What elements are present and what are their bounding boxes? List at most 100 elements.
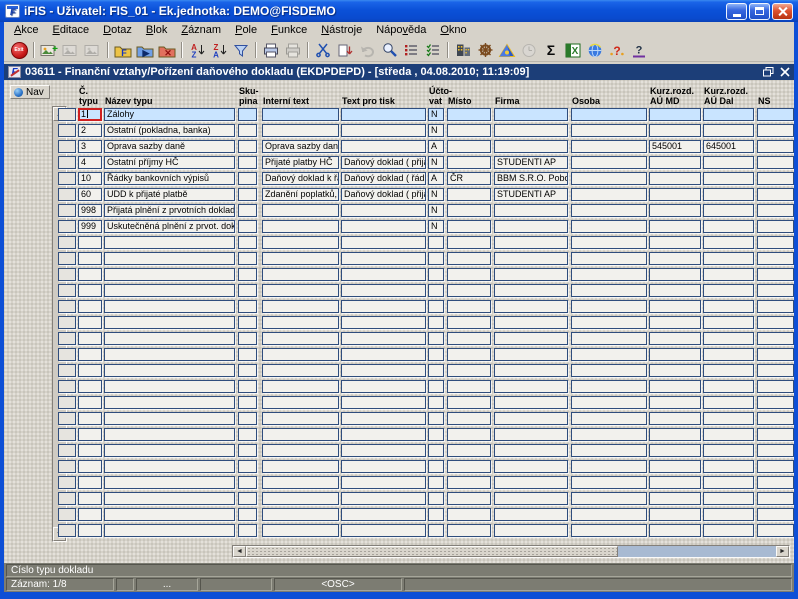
cell-interni[interactable] [262,492,339,505]
cell-md[interactable]: 545001 [649,140,701,153]
cell-osoba[interactable] [571,316,647,329]
cell-skupina[interactable] [238,220,257,233]
cell-tisk[interactable] [341,268,426,281]
cell-nazev[interactable] [104,492,235,505]
cell-ns[interactable] [757,332,794,345]
cell-osoba[interactable] [571,476,647,489]
cell-firma[interactable] [494,252,568,265]
cell-md[interactable] [649,460,701,473]
cell-nazev[interactable] [104,236,235,249]
cell-uctovat[interactable] [428,252,444,265]
cell-skupina[interactable] [238,444,257,457]
cell-typ[interactable] [78,492,102,505]
exit-button[interactable]: Exit [8,40,30,60]
cell-ns[interactable] [757,140,794,153]
mdi-window-titlebar[interactable]: F 03611 - Finanční vztahy/Pořízení daňov… [4,64,794,80]
window-titlebar[interactable]: iFIS - Uživatel: FIS_01 - Ek.jednotka: D… [0,0,798,22]
cell-tisk[interactable]: Daňový doklad ( řádku [341,172,426,185]
cell-firma[interactable] [494,380,568,393]
cell-tisk[interactable] [341,204,426,217]
row-selector[interactable] [58,236,76,249]
cell-uctovat[interactable]: N [428,124,444,137]
cell-skupina[interactable] [238,460,257,473]
cell-dal[interactable] [703,236,754,249]
cell-misto[interactable] [447,508,491,521]
cell-uctovat[interactable]: N [428,204,444,217]
cell-dal[interactable] [703,300,754,313]
cell-md[interactable] [649,188,701,201]
cell-uctovat[interactable] [428,332,444,345]
cell-md[interactable] [649,428,701,441]
cell-md[interactable] [649,348,701,361]
cell-md[interactable] [649,380,701,393]
cell-nazev[interactable]: Ostatní příjmy HČ [104,156,235,169]
cell-md[interactable] [649,108,701,121]
cell-osoba[interactable] [571,172,647,185]
menu-blok[interactable]: Blok [139,23,174,38]
cell-ns[interactable] [757,412,794,425]
cell-dal[interactable] [703,284,754,297]
cell-firma[interactable] [494,396,568,409]
cell-interni[interactable]: Zdanění poplatků, p [262,188,339,201]
cell-dal[interactable] [703,268,754,281]
cell-tisk[interactable] [341,460,426,473]
cell-firma[interactable] [494,348,568,361]
cell-ns[interactable] [757,476,794,489]
row-selector[interactable] [58,444,76,457]
cell-typ[interactable] [78,396,102,409]
cell-uctovat[interactable] [428,300,444,313]
cell-skupina[interactable] [238,140,257,153]
cell-skupina[interactable] [238,188,257,201]
cell-misto[interactable] [447,236,491,249]
cell-firma[interactable] [494,460,568,473]
enter-query-button[interactable]: F [112,40,134,60]
cell-tisk[interactable] [341,300,426,313]
cell-tisk[interactable] [341,124,426,137]
cell-skupina[interactable] [238,380,257,393]
cell-interni[interactable] [262,284,339,297]
cell-skupina[interactable] [238,236,257,249]
row-selector[interactable] [58,188,76,201]
cell-osoba[interactable] [571,124,647,137]
cell-misto[interactable] [447,492,491,505]
cell-interni[interactable] [262,412,339,425]
cell-uctovat[interactable]: N [428,220,444,233]
cell-tisk[interactable] [341,236,426,249]
row-selector[interactable] [58,284,76,297]
horizontal-scrollbar[interactable]: ◄ ► [232,545,790,558]
cell-typ[interactable] [78,444,102,457]
cell-ns[interactable] [757,508,794,521]
cell-osoba[interactable] [571,108,647,121]
cell-dal[interactable] [703,428,754,441]
cell-firma[interactable] [494,316,568,329]
cell-md[interactable] [649,220,701,233]
cell-uctovat[interactable]: N [428,156,444,169]
record-list-button[interactable] [422,40,444,60]
cell-misto[interactable] [447,204,491,217]
cell-md[interactable] [649,364,701,377]
cell-osoba[interactable] [571,364,647,377]
cell-skupina[interactable] [238,156,257,169]
cell-interni[interactable] [262,108,339,121]
cell-misto[interactable] [447,332,491,345]
cell-uctovat[interactable] [428,492,444,505]
cell-firma[interactable] [494,508,568,521]
cell-tisk[interactable] [341,140,426,153]
cell-md[interactable] [649,492,701,505]
cell-md[interactable] [649,124,701,137]
cell-uctovat[interactable] [428,444,444,457]
cell-interni[interactable] [262,332,339,345]
cell-md[interactable] [649,412,701,425]
cell-misto[interactable] [447,460,491,473]
cell-firma[interactable] [494,428,568,441]
cell-interni[interactable]: Daňový doklad k řád [262,172,339,185]
cell-dal[interactable] [703,156,754,169]
cell-firma[interactable] [494,332,568,345]
cell-interni[interactable] [262,380,339,393]
row-selector[interactable] [58,300,76,313]
cell-firma[interactable] [494,236,568,249]
cell-typ[interactable] [78,412,102,425]
cell-interni[interactable] [262,236,339,249]
maximize-button[interactable] [749,3,770,20]
cell-ns[interactable] [757,316,794,329]
